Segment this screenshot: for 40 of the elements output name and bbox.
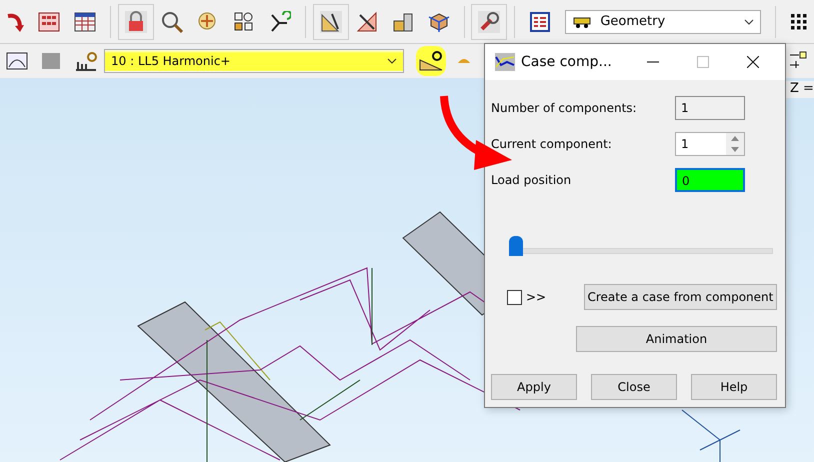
animation-button[interactable]: Animation [576,326,777,352]
load-diagram-query-icon[interactable] [416,46,446,76]
readonly-field: 1 [675,96,745,120]
list-window-icon[interactable] [529,10,552,32]
checkbox[interactable] [507,290,522,304]
grid-search-icon[interactable] [232,10,255,32]
caret-icon [387,58,397,64]
set-square-icon[interactable] [320,10,342,32]
field-label: Number of components: [491,101,638,115]
wave-chart-icon [495,53,515,71]
dialog-title: Case comp... [521,54,613,70]
checkbox-label: >> [526,290,546,304]
magnifier-icon[interactable] [160,10,183,32]
cube-axes-icon[interactable] [428,10,450,32]
input-field[interactable]: 0 [675,168,745,192]
calculator-icon[interactable] [38,12,60,32]
dialog-button[interactable]: Close [591,374,677,400]
slider-thumb[interactable] [509,236,523,256]
dots-grid-icon[interactable] [790,12,808,30]
table-icon[interactable] [74,12,96,32]
coordinate-label: Z = [786,81,814,98]
load-case-dropdown[interactable]: 10 : LL5 Harmonic+ [104,49,404,73]
dialog-button[interactable]: Apply [491,374,577,400]
bridge-frame-icon[interactable] [6,51,28,71]
field-label: Load position [491,173,572,187]
curved-arrow-icon[interactable] [6,12,24,32]
blank-tile-icon[interactable] [40,51,62,71]
view-dropdown[interactable]: Geometry [565,10,762,34]
hatched-triangle-icon[interactable] [356,10,378,32]
slider-track[interactable] [509,234,773,256]
dialog-button[interactable]: Help [691,374,777,400]
lock-icon[interactable] [124,10,147,32]
node-icon[interactable] [268,10,291,32]
field-label: Current component: [491,137,613,151]
vehicle-icon [572,16,592,28]
caret-icon [744,18,754,24]
create-case-button[interactable]: Create a case from component [584,284,777,310]
blocks-icon[interactable] [392,10,414,32]
close-icon[interactable] [747,56,759,68]
load-query-icon[interactable] [74,50,98,72]
